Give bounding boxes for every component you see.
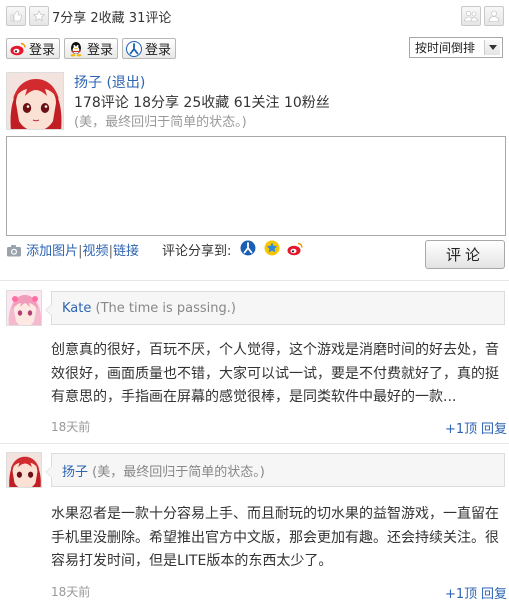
add-image-link[interactable]: 添加图片: [26, 244, 78, 259]
renren-login-label: 登录: [145, 43, 172, 58]
profile-name-row: 扬子 (退出): [74, 72, 145, 92]
divider: [0, 443, 509, 444]
users-icon: [464, 10, 478, 22]
comment-text: 水果忍者是一款十分容易上手、而且耐玩的切水果的益智游戏，一直留在手机里没删除。希…: [51, 506, 499, 569]
logout-link[interactable]: (退出): [106, 75, 145, 91]
upvote-link[interactable]: +1顶: [445, 418, 477, 437]
thumbs-up-icon: [10, 10, 22, 22]
video-link[interactable]: 视频: [83, 244, 109, 259]
weibo-login-label: 登录: [29, 43, 56, 58]
weibo-icon: [10, 41, 26, 57]
star-icon: [33, 10, 45, 22]
avatar[interactable]: [6, 72, 64, 130]
weibo-login-button[interactable]: 登录: [6, 38, 61, 59]
profile-name-link[interactable]: 扬子: [74, 75, 102, 91]
composer-toolbar: 添加图片|视频|链接: [6, 240, 139, 261]
comment-author-link[interactable]: 扬子: [62, 461, 88, 480]
comment-author-status: (The time is passing.): [95, 300, 236, 316]
comment-time: 18天前: [51, 420, 91, 434]
qq-login-button[interactable]: 登录: [64, 38, 119, 59]
share-renren-icon[interactable]: [240, 240, 256, 260]
sort-select[interactable]: 按时间倒排: [409, 37, 503, 58]
user-icon: [488, 10, 500, 22]
reply-link[interactable]: 回复: [481, 418, 507, 437]
divider: [0, 280, 509, 281]
friends-button[interactable]: [461, 6, 481, 26]
renren-icon: [126, 40, 142, 57]
camera-icon: [6, 244, 22, 261]
qq-login-label: 登录: [87, 43, 114, 58]
profile-stats: 178评论 18分享 25收藏 61关注 10粉丝: [74, 95, 330, 111]
comment-author-status: (美，最终回归于简单的状态。): [92, 464, 265, 480]
favorite-button[interactable]: [29, 6, 49, 26]
renren-login-button[interactable]: 登录: [122, 38, 177, 59]
comment-header: 扬子 (美，最终回归于简单的状态。): [45, 453, 505, 487]
share-qzone-icon[interactable]: [264, 240, 280, 260]
profile-status: (美，最终回归于简单的状态。): [74, 115, 247, 130]
comment-textarea[interactable]: [6, 136, 506, 236]
comment-time: 18天前: [51, 585, 91, 599]
comment-header: Kate (The time is passing.): [45, 291, 505, 325]
upvote-link[interactable]: +1顶: [445, 583, 477, 602]
sort-select-value: 按时间倒排: [415, 41, 476, 55]
share-stats: 7分享 2收藏 31评论: [52, 11, 172, 26]
reply-link[interactable]: 回复: [481, 583, 507, 602]
profile-button[interactable]: [484, 6, 504, 26]
share-weibo-icon[interactable]: [287, 241, 303, 260]
like-button[interactable]: [6, 6, 26, 26]
chevron-down-icon: [484, 40, 500, 55]
share-to-label: 评论分享到:: [162, 244, 232, 259]
comment-avatar[interactable]: [6, 290, 42, 326]
submit-comment-button[interactable]: 评论: [425, 240, 505, 269]
qq-penguin-icon: [68, 41, 84, 57]
comment-author-link[interactable]: Kate: [62, 301, 91, 316]
comment-avatar[interactable]: [6, 452, 42, 488]
comment-text: 创意真的很好，百玩不厌，个人觉得，这个游戏是消磨时间的好去处，音效很好，画面质量…: [51, 342, 499, 405]
link-link[interactable]: 链接: [113, 244, 139, 259]
